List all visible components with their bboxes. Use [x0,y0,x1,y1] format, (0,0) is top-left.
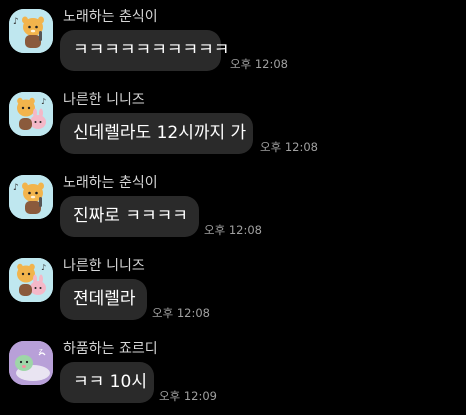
message-time: 오후 12:08 [204,223,262,237]
svg-text:♪: ♪ [13,17,19,27]
svg-text:♪: ♪ [41,263,46,272]
message-bubble[interactable]: ㅋㅋㅋㅋㅋㅋㅋㅋㅋㅋ [60,30,229,71]
chat-message-list[interactable]: ♪ 노래하는 춘식이 ㅋㅋㅋㅋㅋㅋㅋㅋㅋㅋ 오후 12:08 ♪ 나른한 니니즈… [0,0,466,415]
chat-message: ♪ 노래하는 춘식이 ㅋㅋㅋㅋㅋㅋㅋㅋㅋㅋ 오후 12:08 [0,0,466,82]
message-time: 오후 12:08 [260,140,318,154]
svg-text:z: z [39,347,43,355]
ninize-avatar-icon[interactable]: ♪ [9,258,53,302]
svg-text:♪: ♪ [41,97,46,106]
sender-name: 노래하는 춘식이 [63,9,158,25]
sender-name: 나른한 니니즈 [63,258,145,274]
message-time: 오후 12:08 [152,306,210,320]
message-time: 오후 12:09 [159,389,217,403]
message-bubble[interactable]: 신데렐라도 12시까지 가 [60,113,253,154]
message-bubble[interactable]: 젼데렐라 [60,279,147,320]
svg-text:♪: ♪ [13,183,19,193]
choonsik-singing-avatar-icon[interactable]: ♪ [9,9,53,53]
jordy-avatar-icon[interactable]: z [9,341,53,385]
ninize-avatar-icon[interactable]: ♪ [9,92,53,136]
chat-message: z 하품하는 죠르디 ㅋㅋ 10시 오후 12:09 [0,332,466,414]
sender-name: 나른한 니니즈 [63,92,145,108]
choonsik-singing-avatar-icon[interactable]: ♪ [9,175,53,219]
chat-message: ♪ 나른한 니니즈 신데렐라도 12시까지 가 오후 12:08 [0,83,466,165]
sender-name: 하품하는 죠르디 [63,341,158,357]
chat-message: ♪ 노래하는 춘식이 진짜로 ㅋㅋㅋㅋ 오후 12:08 [0,166,466,248]
message-bubble[interactable]: ㅋㅋ 10시 [60,362,154,403]
chat-message: ♪ 나른한 니니즈 젼데렐라 오후 12:08 [0,249,466,331]
sender-name: 노래하는 춘식이 [63,175,158,191]
message-bubble[interactable]: 진짜로 ㅋㅋㅋㅋ [60,196,199,237]
message-time: 오후 12:08 [230,57,288,71]
